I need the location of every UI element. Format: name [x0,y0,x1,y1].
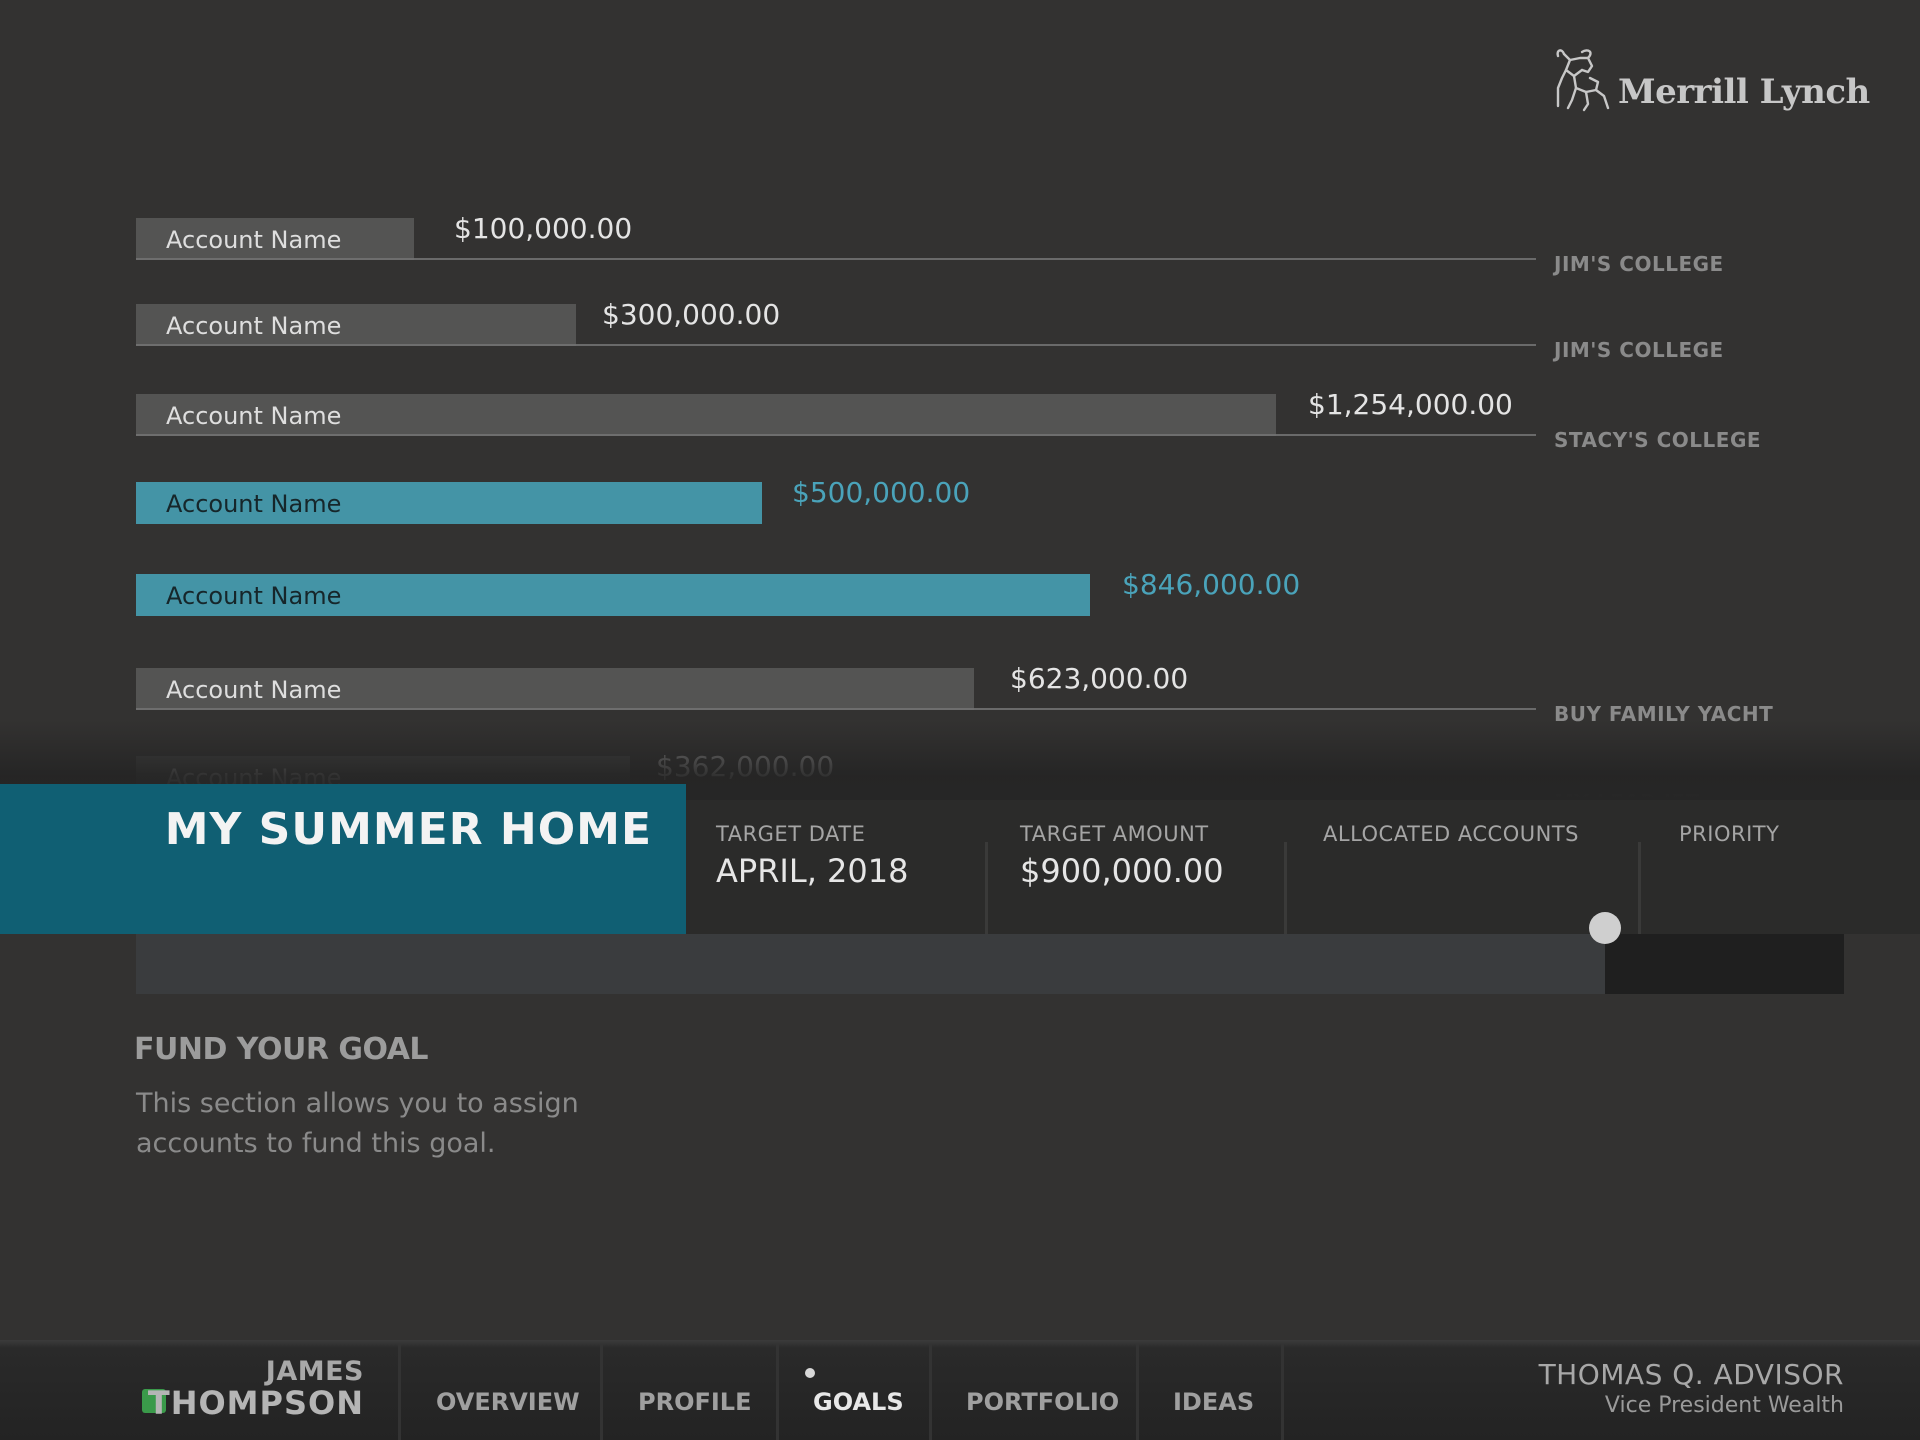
assigned-goal-label: STACY'S COLLEGE [1554,428,1762,452]
account-amount: $846,000.00 [1122,568,1301,601]
account-bar[interactable]: Account Name [136,394,1276,436]
allocated-accounts-column[interactable]: ALLOCATED ACCOUNTS [1323,822,1579,846]
nav-divider [1281,1344,1284,1440]
account-row[interactable]: Account Name $846,000.00 [136,568,1836,618]
bull-icon [1556,49,1610,112]
advisor-title: Vice President Wealth [1604,1393,1844,1418]
target-amount-label: TARGET AMOUNT [1020,822,1209,846]
nav-tab-portfolio[interactable]: PORTFOLIO [966,1388,1119,1416]
client-last-name[interactable]: THOMPSON [148,1384,364,1422]
account-amount: $1,254,000.00 [1308,388,1513,421]
account-name: Account Name [166,676,342,704]
column-divider [1638,842,1641,934]
account-name: Account Name [166,490,342,518]
account-row[interactable]: Account Name $1,254,000.00 STACY'S COLLEGE [136,388,1836,452]
target-date-value: APRIL, 2018 [716,852,909,890]
goal-title: MY SUMMER HOME [164,804,652,855]
priority-label: PRIORITY [1679,822,1780,846]
allocated-accounts-label: ALLOCATED ACCOUNTS [1323,822,1579,846]
nav-tab-goals[interactable]: GOALS [813,1388,904,1416]
client-first-name[interactable]: JAMES [266,1356,364,1387]
nav-divider [600,1344,603,1440]
account-row[interactable]: Account Name $500,000.00 [136,476,1836,526]
target-amount-value: $900,000.00 [1020,852,1224,890]
nav-divider [398,1344,401,1440]
account-bar[interactable]: Account Name [136,668,974,710]
allocation-slider-fill [136,934,1605,994]
nav-divider [1136,1344,1139,1440]
target-date-label: TARGET DATE [716,822,866,846]
brand-name: Merrill Lynch [1618,72,1870,112]
currency-symbol: $ [1020,852,1041,890]
active-tab-indicator [805,1368,815,1378]
target-amount-column[interactable]: TARGET AMOUNT $900,000.00 [1020,822,1224,890]
account-row[interactable]: Account Name $100,000.00 JIM'S COLLEGE [136,212,1836,276]
fund-goal-title: FUND YOUR GOAL [134,1032,429,1067]
assigned-goal-label: JIM'S COLLEGE [1554,338,1724,362]
account-amount: $500,000.00 [792,476,971,509]
account-amount: $623,000.00 [1010,662,1189,695]
nav-tab-ideas[interactable]: IDEAS [1173,1388,1254,1416]
account-bar[interactable]: Account Name [136,574,1090,616]
assigned-goal-label: JIM'S COLLEGE [1554,252,1724,276]
allocation-slider-track[interactable] [136,934,1844,994]
account-row[interactable]: Account Name $623,000.00 BUY FAMILY YACHT [136,662,1836,726]
account-amount: $300,000.00 [602,298,781,331]
account-bar[interactable]: Account Name [136,218,414,260]
priority-column[interactable]: PRIORITY [1679,822,1779,846]
account-bar[interactable]: Account Name [136,482,762,524]
nav-divider [929,1344,932,1440]
account-amount: $100,000.00 [454,212,633,245]
account-name: Account Name [166,402,342,430]
account-name: Account Name [166,226,342,254]
merrill-lynch-logo: Merrill Lynch [1552,48,1870,122]
allocation-slider-handle[interactable] [1589,912,1621,944]
nav-tab-overview[interactable]: OVERVIEW [436,1388,580,1416]
goal-title-panel: MY SUMMER HOME [0,784,686,934]
account-bar[interactable]: Account Name [136,304,576,346]
account-row[interactable]: Account Name $300,000.00 JIM'S COLLEGE [136,298,1836,362]
nav-divider [776,1344,779,1440]
advisor-name: THOMAS Q. ADVISOR [1538,1358,1844,1391]
nav-tab-profile[interactable]: PROFILE [638,1388,751,1416]
fund-goal-description: This section allows you to assign accoun… [136,1088,579,1159]
account-name: Account Name [166,582,342,610]
account-name: Account Name [166,312,342,340]
target-amount-number: 900,000.00 [1040,852,1224,890]
column-divider [985,842,988,934]
column-divider [1284,842,1287,934]
target-date-column[interactable]: TARGET DATE APRIL, 2018 [716,822,908,890]
